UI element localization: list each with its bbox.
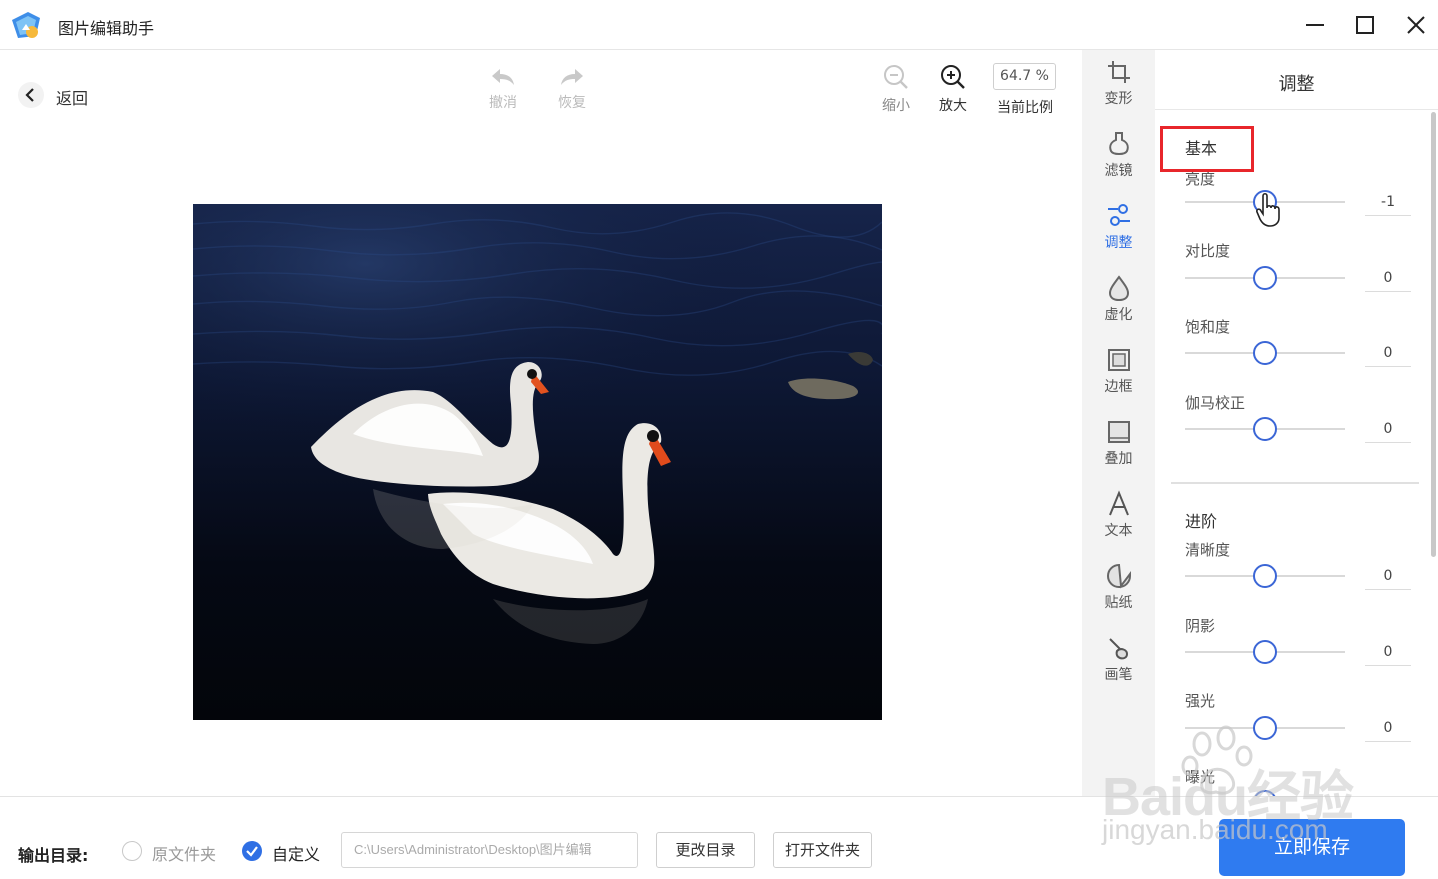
value-saturation[interactable]: 0 [1365, 339, 1411, 367]
overlay-icon [1107, 421, 1130, 443]
sidebar-item-label: 边框 [1104, 379, 1133, 395]
sticker-icon [1106, 563, 1131, 589]
sidebar-item-filter[interactable]: 滤镜 [1082, 130, 1155, 190]
output-dir-label: 输出目录: [18, 846, 89, 865]
adjust-nodes-icon [1107, 204, 1130, 226]
value-shadow[interactable]: 0 [1365, 638, 1411, 666]
section-title-basic: 基本 [1185, 139, 1218, 158]
close-button[interactable] [1401, 10, 1431, 40]
close-icon [1407, 16, 1425, 34]
app-title: 图片编辑助手 [58, 19, 155, 38]
slider-knob[interactable] [1253, 640, 1277, 664]
value-brightness[interactable]: -1 [1365, 188, 1411, 216]
minimize-button[interactable] [1300, 10, 1330, 40]
panel-title: 调整 [1278, 74, 1315, 95]
param-label-clarity: 清晰度 [1185, 541, 1231, 559]
zoom-out-icon [884, 65, 908, 89]
zoom-out-label: 缩小 [882, 98, 910, 114]
undo-label: 撤消 [489, 95, 517, 111]
sidebar-item-label: 叠加 [1104, 451, 1133, 467]
param-label-highlight: 强光 [1185, 692, 1216, 710]
zoom-ratio-label: 当前比例 [997, 100, 1053, 116]
back-arrow-icon [18, 82, 44, 108]
slider-saturation[interactable] [1185, 341, 1345, 365]
radio-original-label: 原文件夹 [152, 845, 217, 864]
radio-original-folder[interactable] [122, 841, 142, 861]
filter-flask-icon [1108, 132, 1129, 155]
sidebar-item-label: 变形 [1104, 91, 1133, 107]
redo-label: 恢复 [558, 95, 586, 111]
adjust-panel: 调整 亮度 基本 -1 对比度 0 饱和度 0 伽马校正 0 进阶 清晰度 0 … [1155, 50, 1438, 796]
value-highlight[interactable]: 0 [1365, 714, 1411, 742]
zoom-in-button[interactable]: 放大 [928, 63, 978, 119]
change-dir-button[interactable]: 更改目录 [656, 832, 755, 868]
redo-icon [561, 69, 583, 85]
watermark-url: jingyan.baidu.com [1102, 814, 1328, 845]
title-bar: 图片编辑助手 [0, 0, 1438, 50]
sidebar-item-frame[interactable]: 边框 [1082, 346, 1155, 406]
maximize-icon [1356, 16, 1374, 34]
value-gamma[interactable]: 0 [1365, 415, 1411, 443]
slider-knob[interactable] [1253, 417, 1277, 441]
hand-cursor-icon [1256, 192, 1280, 227]
open-folder-button[interactable]: 打开文件夹 [773, 832, 872, 868]
slider-gamma[interactable] [1185, 417, 1345, 441]
sidebar-item-label: 调整 [1104, 235, 1133, 251]
sidebar-item-adjust[interactable]: 调整 [1082, 202, 1155, 262]
sidebar-item-label: 文本 [1104, 523, 1133, 539]
blur-drop-icon [1108, 275, 1129, 302]
sidebar-item-label: 贴纸 [1104, 595, 1133, 611]
sidebar-item-text[interactable]: 文本 [1082, 490, 1155, 550]
sidebar-item-sticker[interactable]: 贴纸 [1082, 562, 1155, 622]
edited-photo[interactable] [193, 204, 882, 720]
sidebar-item-label: 画笔 [1104, 667, 1133, 683]
back-label: 返回 [56, 89, 89, 108]
app-logo-icon [12, 12, 40, 38]
minimize-icon [1306, 24, 1324, 26]
undo-button[interactable]: 撤消 [478, 66, 528, 122]
param-label-contrast: 对比度 [1185, 242, 1231, 260]
slider-knob[interactable] [1253, 266, 1277, 290]
sidebar-item-brush[interactable]: 画笔 [1082, 634, 1155, 694]
sidebar-item-overlay[interactable]: 叠加 [1082, 418, 1155, 478]
zoom-value-display[interactable]: 64.7 % [993, 63, 1056, 90]
zoom-in-icon [941, 65, 965, 89]
param-label-shadow: 阴影 [1185, 617, 1216, 635]
value-clarity[interactable]: 0 [1365, 562, 1411, 590]
crop-icon [1107, 61, 1130, 83]
radio-custom-label: 自定义 [272, 845, 321, 864]
highlight-box: 基本 [1160, 126, 1254, 172]
check-icon [246, 846, 258, 857]
param-label-saturation: 饱和度 [1185, 318, 1231, 336]
text-a-icon [1108, 490, 1129, 516]
slider-clarity[interactable] [1185, 564, 1345, 588]
slider-shadow[interactable] [1185, 640, 1345, 664]
frame-icon [1107, 349, 1130, 371]
sidebar-item-blur[interactable]: 虚化 [1082, 274, 1155, 334]
sidebar-item-label: 滤镜 [1104, 163, 1133, 179]
slider-knob[interactable] [1253, 564, 1277, 588]
undo-icon [492, 69, 514, 85]
output-path-field[interactable]: C:\Users\Administrator\Desktop\图片编辑 [341, 832, 638, 868]
panel-divider [1155, 109, 1438, 110]
tool-sidebar: 变形 滤镜 调整 虚化 边框 叠加 文本 贴纸 画笔 [1082, 50, 1155, 796]
maximize-button[interactable] [1350, 10, 1380, 40]
value-contrast[interactable]: 0 [1365, 264, 1411, 292]
redo-button[interactable]: 恢复 [547, 66, 597, 122]
zoom-out-button[interactable]: 缩小 [871, 63, 921, 119]
zoom-in-label: 放大 [939, 98, 967, 114]
sidebar-item-label: 虚化 [1104, 307, 1133, 323]
radio-custom[interactable] [242, 841, 262, 861]
sidebar-item-transform[interactable]: 变形 [1082, 58, 1155, 118]
brush-icon [1108, 638, 1128, 660]
section-title-advanced: 进阶 [1185, 512, 1218, 531]
swans-image [193, 204, 882, 720]
param-label-gamma: 伽马校正 [1185, 394, 1246, 412]
slider-knob[interactable] [1253, 341, 1277, 365]
slider-contrast[interactable] [1185, 266, 1345, 290]
panel-scrollbar[interactable] [1431, 112, 1436, 557]
section-divider [1171, 482, 1419, 484]
